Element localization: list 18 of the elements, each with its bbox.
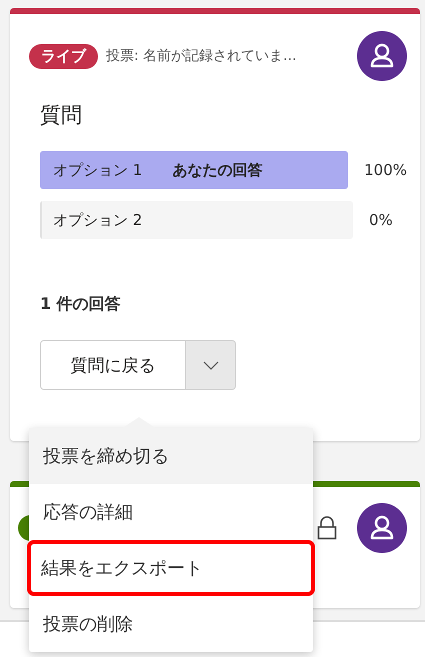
question-text: 質問: [40, 102, 83, 129]
option-label: オプション 1: [53, 160, 142, 180]
option-label: オプション 2: [53, 210, 142, 230]
menu-item[interactable]: 投票の削除: [29, 596, 313, 652]
chevron-down-icon: [202, 360, 218, 370]
option-bar[interactable]: オプション 1 あなたの回答: [40, 151, 348, 189]
more-options-button[interactable]: [186, 340, 236, 390]
poll-title: 投票: 名前が記録されていま...: [106, 47, 298, 65]
back-to-question-button[interactable]: 質問に戻る: [40, 340, 186, 390]
menu-item[interactable]: 結果をエクスポート: [27, 540, 315, 596]
percent-text: 0%: [369, 211, 393, 229]
percent-text: 100%: [364, 161, 407, 179]
response-count: 1 件の回答: [40, 294, 122, 315]
avatar-icon: [357, 503, 407, 553]
your-answer-label: あなたの回答: [172, 160, 262, 180]
avatar-icon: [357, 31, 407, 81]
option-bar[interactable]: オプション 2: [40, 201, 353, 239]
live-badge: ライブ: [29, 44, 98, 68]
